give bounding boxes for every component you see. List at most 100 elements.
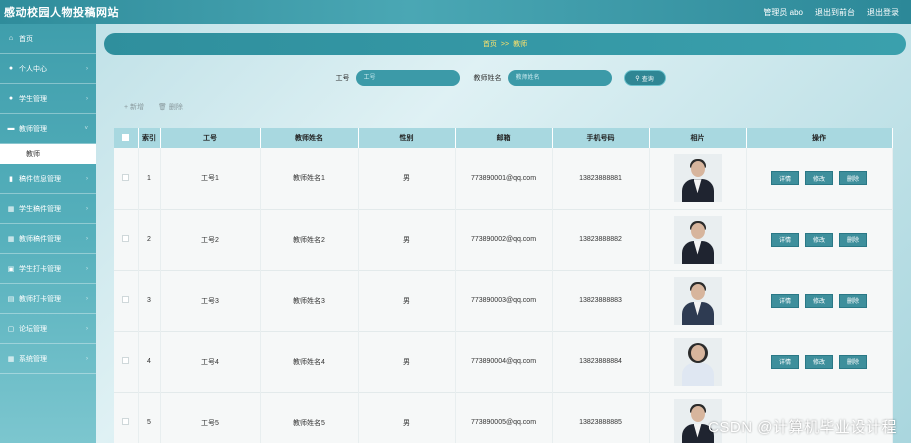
edit-button[interactable]: 修改 [805, 232, 833, 247]
breadcrumb-separator: >> [500, 40, 510, 48]
cell-teacher-name: 教师姓名2 [260, 209, 359, 270]
row-select-cell [114, 148, 139, 209]
detail-button[interactable]: 详情 [771, 354, 799, 369]
logout-link[interactable]: 退出登录 [867, 7, 899, 18]
cell-phone: 13823888882 [552, 209, 650, 270]
cell-teacher-name: 教师姓名3 [260, 270, 359, 331]
chevron-right-icon: › [86, 175, 88, 182]
cell-phone: 13823888883 [552, 270, 650, 331]
row-checkbox[interactable] [122, 418, 130, 425]
sidebar-item-label: 学生管理 [19, 95, 47, 103]
chevron-down-icon: ˅ [84, 125, 88, 132]
sidebar-subitem-teacher[interactable]: 教师 [0, 144, 96, 164]
breadcrumb: 首页 >> 教师 [104, 33, 906, 55]
detail-button[interactable]: 详情 [771, 171, 799, 186]
delete-button[interactable]: 删除 [839, 293, 867, 308]
search-button[interactable]: ⚲ 查询 [623, 70, 666, 86]
home-icon: ⌂ [8, 35, 14, 42]
teacher-photo[interactable] [673, 276, 722, 325]
cell-photo [649, 331, 747, 392]
batch-delete-button[interactable]: 🗑 删除 [158, 102, 183, 112]
cell-index: 2 [138, 209, 161, 270]
search-button-label: 查询 [641, 76, 654, 83]
search-icon: ⚲ [635, 75, 640, 82]
teacher-photo[interactable] [673, 337, 722, 386]
table-actions: + 新增 🗑 删除 [124, 102, 183, 112]
cell-staff-id: 工号2 [160, 209, 261, 270]
sidebar-item-label: 学生稿件管理 [19, 205, 61, 213]
sidebar-item-home[interactable]: ⌂ 首页 [0, 24, 96, 54]
cell-email: 773890002@qq.com [455, 209, 553, 270]
sidebar-item-teacher-management[interactable]: ▬ 教师管理 ˅ [0, 114, 96, 144]
teacher-name-label: 教师姓名 [473, 75, 502, 82]
cell-email: 773890005@qq.com [455, 392, 553, 443]
table-row: 4 工号4 教师姓名4 男 773890004@qq.com 138238888… [114, 331, 893, 392]
chart-icon: ▮ [9, 175, 13, 183]
detail-button[interactable]: 详情 [771, 232, 799, 247]
delete-button[interactable]: 删除 [839, 232, 867, 247]
trash-icon: 🗑 [158, 104, 167, 111]
sidebar-item-manuscript-info[interactable]: ▮ 稿件信息管理 › [0, 164, 96, 194]
sidebar-item-forum[interactable]: ▢ 论坛管理 › [0, 314, 96, 344]
admin-user-link[interactable]: 管理员 abo [763, 7, 803, 18]
cell-index: 5 [138, 392, 161, 443]
delete-button[interactable]: 删除 [839, 354, 867, 369]
table-header-row: 索引 工号 教师姓名 性别 邮箱 手机号码 相片 操作 [114, 128, 893, 148]
cell-teacher-name: 教师姓名5 [260, 392, 359, 443]
sidebar-item-student-management[interactable]: ● 学生管理 › [0, 84, 96, 114]
select-all-cell [114, 128, 139, 148]
watermark: CSDN @计算机毕业设计程 [708, 419, 897, 436]
breadcrumb-home[interactable]: 首页 [483, 39, 497, 49]
teacher-name-input[interactable] [507, 70, 612, 86]
user-icon: ● [8, 95, 14, 102]
card-icon: ▬ [7, 125, 15, 132]
chevron-right-icon: › [86, 95, 88, 102]
row-checkbox[interactable] [122, 235, 130, 242]
app-title: 感动校园人物投稿网站 [4, 7, 119, 19]
edit-button[interactable]: 修改 [805, 171, 833, 186]
sidebar-item-teacher-manuscript[interactable]: ▦ 教师稿件管理 › [0, 224, 96, 254]
sidebar-item-system[interactable]: ▦ 系统管理 › [0, 344, 96, 374]
sidebar-item-student-manuscript[interactable]: ▦ 学生稿件管理 › [0, 194, 96, 224]
search-form: 工号 教师姓名 ⚲ 查询 [0, 69, 911, 87]
select-all-checkbox[interactable] [122, 133, 130, 141]
detail-button[interactable]: 详情 [771, 293, 799, 308]
edit-button[interactable]: 修改 [805, 354, 833, 369]
sidebar-item-student-checkin[interactable]: ▣ 学生打卡管理 › [0, 254, 96, 284]
sidebar-item-label: 教师打卡管理 [19, 295, 61, 303]
grid-icon: ▦ [7, 235, 15, 243]
cell-gender: 男 [358, 209, 456, 270]
sidebar-item-label: 稿件信息管理 [19, 175, 61, 183]
row-checkbox[interactable] [122, 173, 130, 181]
cell-teacher-name: 教师姓名1 [260, 148, 359, 209]
doc-icon: ▢ [7, 325, 15, 333]
list-icon: ▤ [7, 295, 15, 303]
row-checkbox[interactable] [122, 296, 130, 303]
teacher-table: 索引 工号 教师姓名 性别 邮箱 手机号码 相片 操作 1 工号1 教师姓名1 … [114, 128, 893, 443]
cell-phone: 13823888884 [552, 331, 650, 392]
cell-index: 1 [138, 148, 161, 209]
add-button[interactable]: + 新增 [124, 102, 144, 112]
cell-email: 773890004@qq.com [455, 331, 553, 392]
back-to-frontend-link[interactable]: 退出到前台 [815, 7, 855, 18]
chevron-right-icon: › [86, 235, 88, 242]
cell-operations: 详情 修改 删除 [746, 209, 893, 270]
table-row: 3 工号3 教师姓名3 男 773890003@qq.com 138238888… [114, 270, 893, 331]
cell-staff-id: 工号4 [160, 331, 261, 392]
row-select-cell [114, 331, 139, 392]
row-checkbox[interactable] [122, 357, 130, 364]
delete-button[interactable]: 删除 [839, 171, 867, 186]
staff-id-input[interactable] [355, 70, 460, 86]
column-header-index: 索引 [138, 128, 161, 148]
cell-operations: 详情 修改 删除 [746, 148, 893, 209]
sidebar-item-teacher-checkin[interactable]: ▤ 教师打卡管理 › [0, 284, 96, 314]
teacher-photo[interactable] [673, 215, 722, 264]
cell-gender: 男 [358, 270, 456, 331]
row-select-cell [114, 270, 139, 331]
cell-operations: 详情 修改 删除 [746, 270, 893, 331]
row-select-cell [114, 392, 139, 443]
teacher-photo[interactable] [673, 154, 722, 203]
cell-photo [649, 148, 747, 209]
edit-button[interactable]: 修改 [805, 293, 833, 308]
sidebar-item-label: 首页 [19, 35, 33, 43]
